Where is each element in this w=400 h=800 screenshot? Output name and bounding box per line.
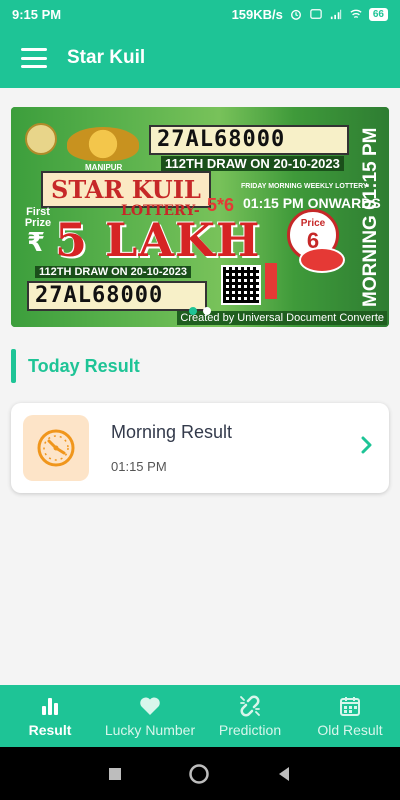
bar-chart-icon <box>42 698 58 715</box>
nav-result[interactable]: Result <box>0 685 100 747</box>
app-title: Star Kuil <box>67 47 146 68</box>
vertical-draw-time: MORNING 01:15 PM <box>360 127 381 307</box>
today-result-header: Today Result <box>11 349 140 383</box>
qr-code <box>221 265 261 305</box>
carousel-dot-1[interactable] <box>189 307 197 315</box>
bottom-navigation: Result Lucky Number Prediction Old Resul… <box>0 685 400 747</box>
status-time: 9:15 PM <box>12 6 62 22</box>
morning-result-card[interactable]: Morning Result 01:15 PM <box>11 403 389 493</box>
result-text: Morning Result 01:15 PM <box>111 422 232 474</box>
prize-amount: 5 LAKH <box>55 213 261 267</box>
carousel-indicator <box>189 307 211 315</box>
heart-icon <box>140 697 160 715</box>
rupee-icon: ₹ <box>27 227 46 257</box>
clock-icon-box <box>23 415 89 481</box>
volte-icon <box>310 9 322 19</box>
draw-date-bottom: 112TH DRAW ON 20-10-2023 <box>35 266 191 278</box>
kl-wings-logo <box>67 127 139 161</box>
menu-icon[interactable] <box>21 48 47 68</box>
nav-label: Prediction <box>218 722 282 738</box>
weekly-label: FRIDAY MORNING WEEKLY LOTTERY <box>241 183 368 190</box>
clock-icon <box>37 429 75 467</box>
back-icon[interactable] <box>276 766 292 782</box>
first-prize-label: First Prize <box>24 206 52 229</box>
nav-prediction[interactable]: Prediction <box>200 685 300 747</box>
status-icons: 159KB/s 66 <box>232 7 388 22</box>
nav-lucky-number[interactable]: Lucky Number <box>100 685 200 747</box>
nav-label: Old Result <box>317 722 383 738</box>
section-accent-bar <box>11 349 16 383</box>
alarm-icon <box>290 9 301 20</box>
status-bar: 9:15 PM 159KB/s 66 <box>0 0 400 28</box>
banner-carousel[interactable]: MANIPUR 27AL68000 112TH DRAW ON 20-10-20… <box>11 107 389 327</box>
ticket-number-top: 27AL68000 <box>149 125 349 155</box>
result-time: 01:15 PM <box>111 459 167 474</box>
live-badge <box>265 263 277 299</box>
broken-link-icon <box>240 695 260 717</box>
ticket-number-bottom: 27AL68000 <box>27 281 207 311</box>
section-title: Today Result <box>28 355 140 376</box>
nav-old-result[interactable]: Old Result <box>300 685 400 747</box>
chevron-right-icon[interactable] <box>361 436 373 460</box>
lottery-seal-logo <box>25 123 57 155</box>
calendar-icon <box>340 697 360 716</box>
nav-label: Lucky Number <box>104 722 196 738</box>
app-bar: Star Kuil <box>0 28 400 88</box>
result-title: Morning Result <box>111 422 233 442</box>
handshake-logo <box>299 247 345 273</box>
recent-apps-icon[interactable] <box>108 767 122 781</box>
net-speed: 159KB/s <box>231 6 283 22</box>
home-icon[interactable] <box>188 763 210 785</box>
nav-label: Result <box>28 722 72 738</box>
draw-date-top: 112TH DRAW ON 20-10-2023 <box>161 156 344 171</box>
wifi-icon <box>350 9 362 19</box>
signal-icon <box>330 9 342 20</box>
battery-indicator: 66 <box>368 7 388 21</box>
carousel-dot-2[interactable] <box>203 307 211 315</box>
system-navigation-bar <box>0 747 400 800</box>
